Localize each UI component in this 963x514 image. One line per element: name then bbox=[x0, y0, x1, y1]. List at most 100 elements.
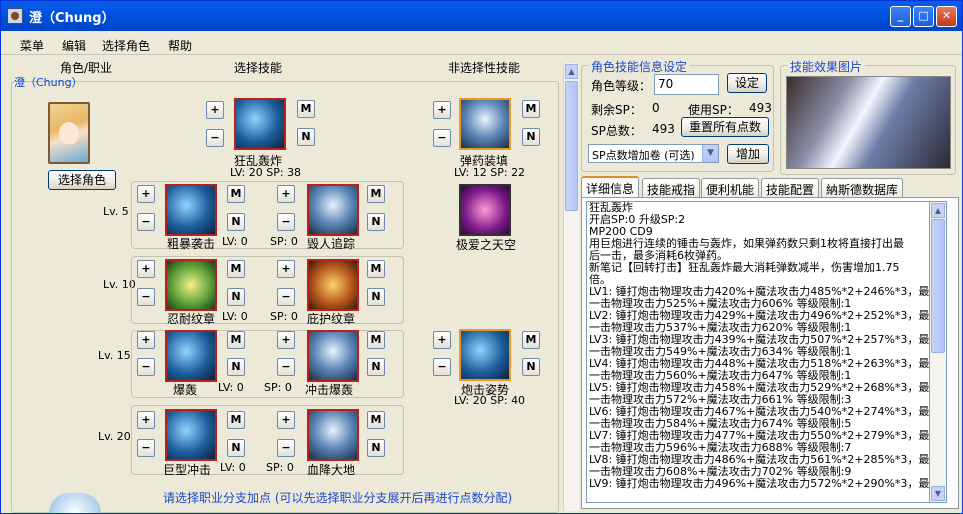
character-level-input[interactable]: 70 bbox=[654, 74, 719, 95]
plus-button[interactable]: + bbox=[433, 331, 451, 349]
minus-button[interactable]: − bbox=[433, 129, 451, 147]
skill-sp: SP: 0 bbox=[270, 310, 298, 323]
n-button[interactable]: N bbox=[227, 213, 245, 231]
plus-button[interactable]: + bbox=[277, 260, 295, 278]
minus-button[interactable]: − bbox=[433, 358, 451, 376]
skill-level: LV: 0 bbox=[218, 381, 244, 394]
reset-all-points-button[interactable]: 重置所有点数 bbox=[681, 117, 769, 137]
skill-level: LV: 0 bbox=[222, 310, 248, 323]
skill-icon-pursuit[interactable] bbox=[307, 184, 359, 236]
m-button[interactable]: M bbox=[522, 100, 540, 118]
plus-button[interactable]: + bbox=[277, 185, 295, 203]
plus-button[interactable]: + bbox=[137, 185, 155, 203]
skill-sp: SP: 0 bbox=[264, 381, 292, 394]
header-active-skills: 选择技能 bbox=[234, 61, 283, 75]
n-button[interactable]: N bbox=[522, 358, 540, 376]
skill-icon-giant-impact[interactable] bbox=[165, 409, 217, 461]
total-sp-value: 493 bbox=[652, 122, 675, 136]
scroll-up-icon[interactable]: ▲ bbox=[565, 64, 578, 79]
m-button[interactable]: M bbox=[227, 411, 245, 429]
skill-icon-cannon-stance[interactable] bbox=[459, 329, 511, 381]
minus-button[interactable]: − bbox=[277, 439, 295, 457]
m-button[interactable]: M bbox=[227, 260, 245, 278]
skill-name: 巨型冲击 bbox=[163, 463, 212, 477]
m-button[interactable]: M bbox=[367, 185, 385, 203]
plus-button[interactable]: + bbox=[277, 411, 295, 429]
tab-database[interactable]: 納斯德数据库 bbox=[821, 178, 904, 198]
skill-icon-rampage-bombard[interactable] bbox=[234, 98, 286, 150]
sp-scroll-select[interactable]: SP点数增加卷 (可选) ▼ bbox=[588, 144, 719, 163]
left-scrollbar[interactable]: ▲ bbox=[563, 63, 579, 511]
skill-icon-impact-detonate[interactable] bbox=[307, 330, 359, 382]
m-button[interactable]: M bbox=[522, 331, 540, 349]
m-button[interactable]: M bbox=[367, 260, 385, 278]
plus-button[interactable]: + bbox=[206, 101, 224, 119]
minus-button[interactable]: − bbox=[277, 288, 295, 306]
plus-button[interactable]: + bbox=[137, 331, 155, 349]
settings-group-title: 角色技能信息设定 bbox=[588, 58, 691, 75]
header-passive-skills: 非选择性技能 bbox=[448, 61, 521, 75]
minus-button[interactable]: − bbox=[277, 358, 295, 376]
plus-button[interactable]: + bbox=[277, 331, 295, 349]
level-label: 角色等级： bbox=[591, 79, 652, 93]
minus-button[interactable]: − bbox=[137, 288, 155, 306]
menu-item-select-role[interactable]: 选择角色 bbox=[102, 37, 150, 54]
scroll-thumb[interactable] bbox=[931, 219, 945, 353]
tab-skill-config[interactable]: 技能配置 bbox=[761, 178, 820, 198]
minus-button[interactable]: − bbox=[137, 358, 155, 376]
set-button[interactable]: 设定 bbox=[727, 73, 767, 93]
menu-item-menu[interactable]: 菜单 bbox=[20, 37, 44, 54]
n-button[interactable]: N bbox=[367, 213, 385, 231]
chevron-down-icon[interactable]: ▼ bbox=[702, 145, 718, 162]
skill-icon-ammo-reload[interactable] bbox=[459, 98, 511, 150]
skill-icon-blood-earth[interactable] bbox=[307, 409, 359, 461]
tab-skill-ring[interactable]: 技能戒指 bbox=[642, 178, 701, 198]
effect-group-title: 技能效果图片 bbox=[787, 58, 866, 75]
n-button[interactable]: N bbox=[227, 358, 245, 376]
n-button[interactable]: N bbox=[297, 128, 315, 146]
menu-item-help[interactable]: 帮助 bbox=[168, 37, 192, 54]
minus-button[interactable]: − bbox=[277, 213, 295, 231]
m-button[interactable]: M bbox=[367, 411, 385, 429]
skill-level: LV: 0 bbox=[222, 235, 248, 248]
skill-icon-brutal-assault[interactable] bbox=[165, 184, 217, 236]
scroll-down-icon[interactable]: ▼ bbox=[931, 486, 945, 501]
detail-scrollbar[interactable]: ▲ ▼ bbox=[930, 201, 947, 503]
plus-button[interactable]: + bbox=[137, 411, 155, 429]
skill-name: 忍耐纹章 bbox=[167, 312, 216, 326]
m-button[interactable]: M bbox=[367, 331, 385, 349]
minus-button[interactable]: − bbox=[137, 439, 155, 457]
n-button[interactable]: N bbox=[367, 358, 385, 376]
skill-name: 庇护纹章 bbox=[307, 312, 356, 326]
menu-item-edit[interactable]: 编辑 bbox=[62, 37, 86, 54]
m-button[interactable]: M bbox=[297, 100, 315, 118]
scroll-thumb[interactable] bbox=[565, 81, 578, 211]
select-role-button[interactable]: 选择角色 bbox=[48, 170, 116, 190]
plus-button[interactable]: + bbox=[137, 260, 155, 278]
skill-icon-sky-passive[interactable] bbox=[459, 184, 511, 236]
minimize-button[interactable]: _ bbox=[890, 6, 911, 27]
n-button[interactable]: N bbox=[522, 128, 540, 146]
minus-button[interactable]: − bbox=[206, 129, 224, 147]
tab-convenience[interactable]: 便利机能 bbox=[701, 178, 760, 198]
skill-icon-detonate[interactable] bbox=[165, 330, 217, 382]
m-button[interactable]: M bbox=[227, 331, 245, 349]
add-button[interactable]: 增加 bbox=[727, 144, 769, 164]
skill-detail-text[interactable]: 狂乱轰炸 开启SP:0 升级SP:2 MP200 CD9 用巨炮进行连续的锤击与… bbox=[586, 201, 930, 503]
tab-details[interactable]: 详细信息 bbox=[581, 176, 640, 199]
scroll-up-icon[interactable]: ▲ bbox=[931, 203, 945, 218]
character-portrait bbox=[48, 102, 90, 164]
n-button[interactable]: N bbox=[227, 288, 245, 306]
n-button[interactable]: N bbox=[367, 439, 385, 457]
m-button[interactable]: M bbox=[227, 185, 245, 203]
skill-icon-endurance-crest[interactable] bbox=[165, 259, 217, 311]
plus-button[interactable]: + bbox=[433, 101, 451, 119]
n-button[interactable]: N bbox=[227, 439, 245, 457]
skill-icon-protection-crest[interactable] bbox=[307, 259, 359, 311]
minus-button[interactable]: − bbox=[137, 213, 155, 231]
close-button[interactable]: ✕ bbox=[936, 6, 957, 27]
info-tabs: 详细信息 技能戒指 便利机能 技能配置 納斯德数据库 bbox=[581, 176, 959, 199]
n-button[interactable]: N bbox=[367, 288, 385, 306]
maximize-button[interactable]: □ bbox=[913, 6, 934, 27]
title-bar[interactable]: 澄（Chung） _ □ ✕ bbox=[1, 1, 962, 31]
